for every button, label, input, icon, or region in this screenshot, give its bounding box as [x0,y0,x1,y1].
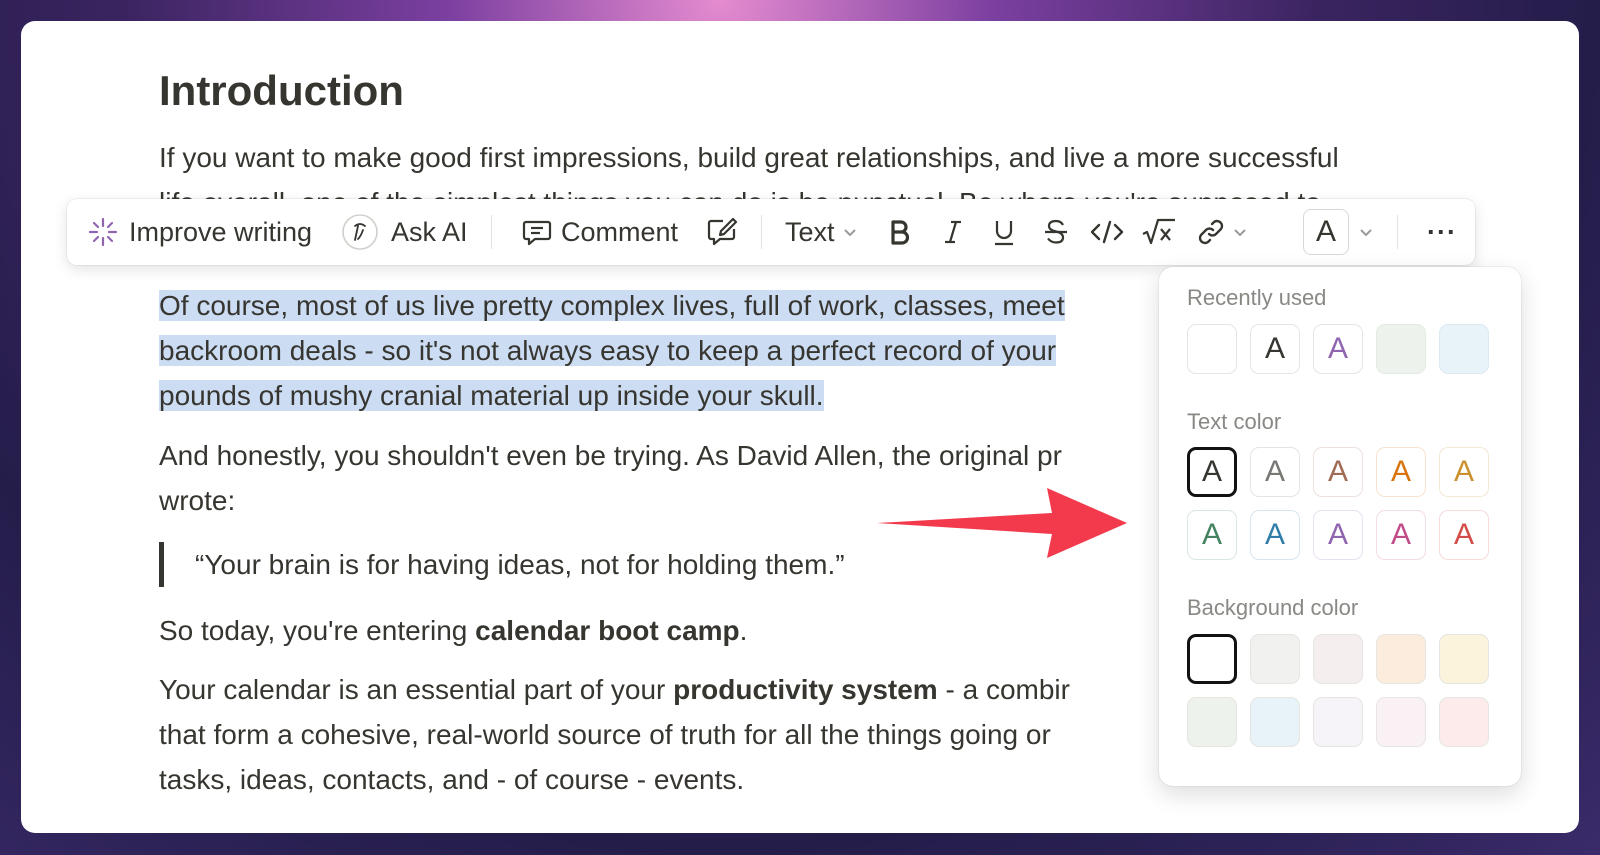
link-dropdown[interactable] [1195,199,1249,265]
background-color-heading: Background color [1187,595,1359,620]
paragraph-text: Your calendar is an essential part of yo… [159,674,674,705]
page-title: Introduction [159,67,404,114]
recently-used-heading: Recently used [1187,285,1327,310]
bold-button[interactable] [887,199,913,265]
text-color-heading: Text color [1187,409,1282,434]
text-color-swatch[interactable]: A [1187,447,1237,497]
chevron-down-icon [1231,223,1249,241]
text-color-swatch[interactable]: A [1439,447,1489,497]
equation-button[interactable] [1141,199,1177,265]
text-color-swatch[interactable]: A [1313,510,1363,560]
text-color-swatch[interactable]: A [1313,447,1363,497]
comment-icon [521,216,553,248]
strikethrough-icon [1043,217,1069,247]
selected-text: Of course, most of us live pretty comple… [159,290,1065,321]
bold-text: calendar boot camp [475,615,740,646]
background-color-swatch[interactable] [1187,697,1237,747]
code-icon [1089,217,1125,247]
formatting-toolbar: Improve writing Ask AI Comment Text A ··… [67,199,1475,265]
text-color-swatch[interactable]: A [1187,510,1237,560]
color-chevron[interactable] [1357,199,1375,265]
link-icon [1195,216,1227,248]
suggest-edit-button[interactable] [705,199,739,265]
equation-icon [1141,216,1177,248]
background-color-swatch[interactable] [1313,634,1363,684]
toolbar-divider [491,215,492,249]
ask-ai-button[interactable]: Ask AI [341,199,468,265]
text-color-button[interactable]: A [1303,209,1349,255]
recent-color-swatch[interactable]: A [1250,324,1300,374]
background-color-swatch[interactable] [1439,634,1489,684]
color-picker-panel: Recently used Text color Background colo… [1159,267,1521,786]
text-type-label: Text [785,216,835,247]
blockquote[interactable]: “Your brain is for having ideas, not for… [159,542,845,587]
background-color-swatch[interactable] [1250,697,1300,747]
background-color-swatch[interactable] [1187,634,1237,684]
chevron-down-icon [841,223,859,241]
ask-ai-label: Ask AI [391,216,468,247]
paragraph-text: So today, you're entering [159,615,476,646]
comment-button[interactable]: Comment [521,199,678,265]
code-button[interactable] [1089,199,1125,265]
more-options-button[interactable]: ··· [1427,199,1457,265]
text-color-swatch[interactable]: A [1250,447,1300,497]
annotation-arrow [877,486,1133,567]
ai-face-icon [341,213,379,251]
background-color-swatch[interactable] [1376,634,1426,684]
selected-text: backroom deals - so it's not always easy… [159,335,1057,366]
paragraph-text: - a combir [937,674,1070,705]
improve-writing-button[interactable]: Improve writing [87,199,312,265]
underline-button[interactable] [991,199,1017,265]
bold-icon [887,217,913,247]
sparkle-icon [87,216,119,248]
recent-color-swatch[interactable]: A [1313,324,1363,374]
recent-color-swatch[interactable] [1439,324,1489,374]
more-icon: ··· [1427,216,1457,247]
background-color-swatch[interactable] [1439,697,1489,747]
italic-button[interactable] [941,199,965,265]
chevron-down-icon [1357,223,1375,241]
edit-comment-icon [705,215,739,249]
text-color-swatch[interactable]: A [1376,447,1426,497]
background-color-swatch[interactable] [1250,634,1300,684]
toolbar-divider [1397,215,1398,249]
bold-text: productivity system [673,674,938,705]
background-color-swatch[interactable] [1376,697,1426,747]
comment-label: Comment [561,216,679,247]
recent-color-swatch[interactable] [1187,324,1237,374]
background-color-swatch[interactable] [1313,697,1363,747]
text-color-swatch[interactable]: A [1250,510,1300,560]
selected-text: pounds of mushy cranial material up insi… [159,380,824,411]
text-color-swatch[interactable]: A [1439,510,1489,560]
strikethrough-button[interactable] [1043,199,1069,265]
recent-color-swatch[interactable] [1376,324,1426,374]
toolbar-divider [761,215,762,249]
paragraph-text: . [739,615,748,646]
underline-icon [991,217,1017,247]
paragraph-line: If you want to make good first impressio… [159,142,1339,173]
improve-writing-label: Improve writing [129,216,313,247]
italic-icon [941,217,965,247]
text-type-dropdown[interactable]: Text [785,199,859,265]
text-color-swatch[interactable]: A [1376,510,1426,560]
